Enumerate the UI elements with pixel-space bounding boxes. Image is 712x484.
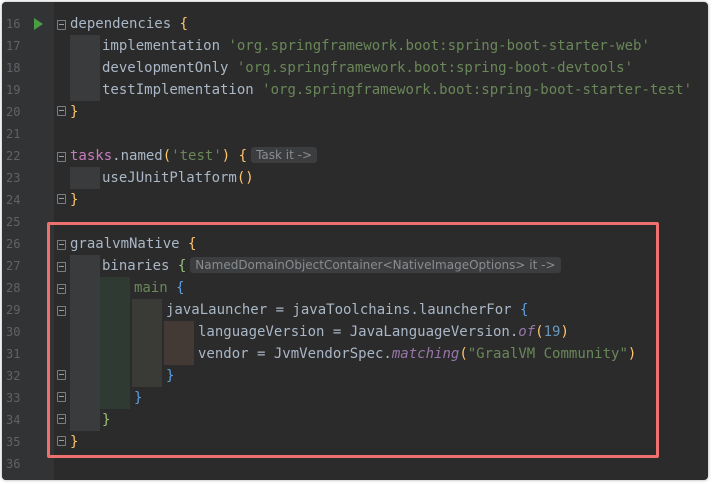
- inlay-type-hint: NamedDomainObjectContainer<NativeImageOp…: [190, 257, 561, 273]
- code-text: languageVersion = JavaLanguageVersion.of…: [198, 324, 569, 340]
- code-line-32[interactable]: 32 }: [2, 365, 708, 387]
- fold-marker-icon[interactable]: [57, 106, 66, 116]
- code-text: dependencies {: [70, 16, 189, 32]
- line-number: 31: [6, 347, 21, 361]
- line-number: 26: [6, 237, 21, 251]
- line-number: 33: [6, 391, 21, 405]
- line-number: 16: [6, 17, 21, 31]
- line-number: 28: [6, 281, 21, 295]
- fold-marker-icon[interactable]: [57, 284, 66, 294]
- fold-marker-icon[interactable]: [57, 370, 66, 380]
- code-text: binaries {NamedDomainObjectContainer<Nat…: [102, 255, 561, 277]
- code-line-33[interactable]: 33 }: [2, 387, 708, 409]
- fold-marker-icon[interactable]: [57, 152, 66, 162]
- fold-marker-icon[interactable]: [57, 306, 66, 316]
- line-number: 34: [6, 413, 21, 427]
- code-text: }: [166, 368, 175, 384]
- code-text: implementation 'org.springframework.boot…: [102, 38, 650, 54]
- code-text: }: [134, 390, 143, 406]
- fold-marker-icon[interactable]: [57, 392, 66, 402]
- code-line-26[interactable]: 26 graalvmNative {: [2, 233, 708, 255]
- line-number: 30: [6, 325, 21, 339]
- code-text: }: [70, 104, 79, 120]
- code-line-23[interactable]: 23 useJUnitPlatform(): [2, 167, 708, 189]
- fold-marker-icon[interactable]: [57, 194, 66, 204]
- line-number: 27: [6, 259, 21, 273]
- code-text: }: [70, 192, 79, 208]
- run-triangle-icon[interactable]: [34, 18, 43, 30]
- inlay-type-hint: Task it ->: [251, 147, 318, 163]
- line-number: 22: [6, 149, 21, 163]
- fold-marker-icon[interactable]: [57, 262, 66, 272]
- code-line-28[interactable]: 28 main {: [2, 277, 708, 299]
- code-text: graalvmNative {: [70, 236, 197, 252]
- code-text: testImplementation 'org.springframework.…: [102, 82, 693, 98]
- fold-marker-icon[interactable]: [57, 414, 66, 424]
- code-line-34[interactable]: 34 }: [2, 409, 708, 431]
- code-line-30[interactable]: 30 languageVersion = JavaLanguageVersion…: [2, 321, 708, 343]
- code-line-16[interactable]: 16 dependencies {: [2, 13, 708, 35]
- code-line-24[interactable]: 24 }: [2, 189, 708, 211]
- fold-marker-icon[interactable]: [57, 20, 66, 30]
- line-number: 17: [6, 39, 21, 53]
- code-line-25[interactable]: 25: [2, 211, 708, 233]
- code-text: useJUnitPlatform(): [102, 170, 254, 186]
- code-line-20[interactable]: 20 }: [2, 101, 708, 123]
- line-number: 19: [6, 83, 21, 97]
- code-line-18[interactable]: 18 developmentOnly 'org.springframework.…: [2, 57, 708, 79]
- code-text: main {: [134, 280, 185, 296]
- code-text: }: [102, 412, 111, 428]
- line-number: 24: [6, 193, 21, 207]
- line-number: 32: [6, 369, 21, 383]
- code-line-21[interactable]: 21: [2, 123, 708, 145]
- code-editor[interactable]: 16 dependencies { 17 implementation 'org…: [2, 2, 708, 480]
- line-number: 29: [6, 303, 21, 317]
- code-line-19[interactable]: 19 testImplementation 'org.springframewo…: [2, 79, 708, 101]
- code-line-31[interactable]: 31 vendor = JvmVendorSpec.matching("Graa…: [2, 343, 708, 365]
- code-text: vendor = JvmVendorSpec.matching("GraalVM…: [198, 346, 637, 362]
- fold-marker-icon[interactable]: [57, 436, 66, 446]
- code-text: developmentOnly 'org.springframework.boo…: [102, 60, 634, 76]
- line-number: 25: [6, 215, 21, 229]
- line-number: 20: [6, 105, 21, 119]
- code-text: }: [70, 434, 79, 450]
- code-line-35[interactable]: 35 }: [2, 431, 708, 453]
- fold-marker-icon[interactable]: [57, 240, 66, 250]
- code-text: javaLauncher = javaToolchains.launcherFo…: [166, 302, 529, 318]
- line-number: 23: [6, 171, 21, 185]
- code-line-27[interactable]: 27 binaries {NamedDomainObjectContainer<…: [2, 255, 708, 277]
- line-number: 18: [6, 61, 21, 75]
- code-line-29[interactable]: 29 javaLauncher = javaToolchains.launche…: [2, 299, 708, 321]
- code-line-22[interactable]: 22 tasks.named('test') {Task it ->: [2, 145, 708, 167]
- code-line-17[interactable]: 17 implementation 'org.springframework.b…: [2, 35, 708, 57]
- line-number: 36: [6, 457, 21, 471]
- line-number: 21: [6, 127, 21, 141]
- line-number: 35: [6, 435, 21, 449]
- code-text: tasks.named('test') {Task it ->: [70, 145, 318, 167]
- code-line-36[interactable]: 36: [2, 453, 708, 475]
